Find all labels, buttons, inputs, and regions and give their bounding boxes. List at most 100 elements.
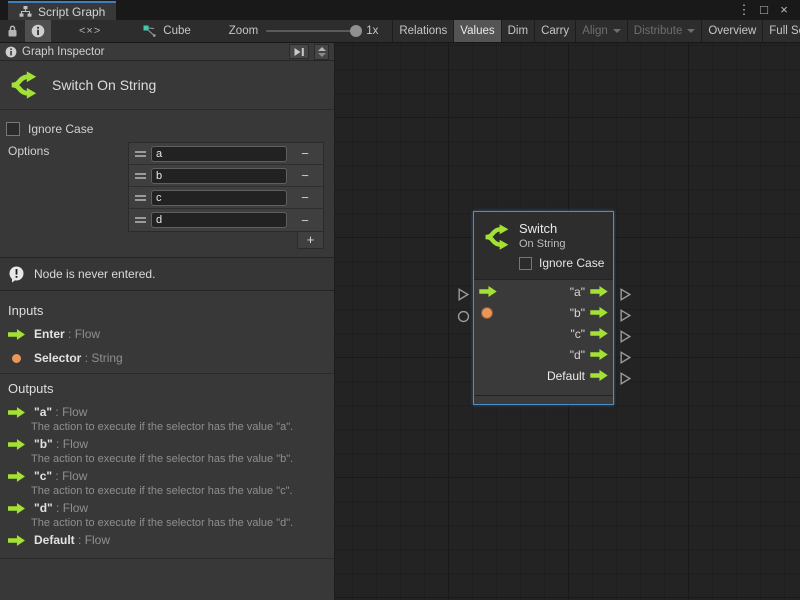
switch-on-string-node[interactable]: Switch On String Ignore Case "a" [473,211,614,405]
remove-option-button[interactable]: − [287,213,323,228]
switch-icon [483,223,511,251]
remove-option-button[interactable]: − [287,168,323,183]
tab-script-graph[interactable]: Script Graph [8,1,116,20]
options-label: Options [8,142,49,249]
zoom-slider-thumb[interactable] [350,25,362,37]
port-row: "a" [474,281,613,302]
separator: : [53,437,63,451]
missing-value-input-indicator [457,310,470,323]
drag-handle[interactable] [129,195,151,201]
input-name: Enter [34,327,65,341]
chevron-down-icon [687,29,695,33]
graph-breadcrumb-label: Cube [163,25,191,37]
separator: : [65,327,75,341]
port-row: "d" [474,344,613,365]
unconnected-output-indicator [619,351,632,364]
graph-breadcrumb[interactable]: Cube [137,20,197,42]
tab-label: Script Graph [38,5,105,19]
remove-option-button[interactable]: − [287,190,323,205]
option-row: − [129,143,323,165]
output-entry: "d" : Flow [8,500,334,516]
output-entry: "a" : Flow [8,404,334,420]
remove-option-button[interactable]: − [287,146,323,161]
lock-icon [6,24,19,38]
output-desc: The action to execute if the selector ha… [31,421,334,433]
output-name: Default [34,533,75,547]
warning-bubble-icon [8,266,25,283]
distribute-dropdown[interactable]: Distribute [627,20,702,42]
input-type: String [91,351,122,365]
dim-button[interactable]: Dim [501,20,534,42]
drag-handle[interactable] [129,173,151,179]
output-flow-port[interactable] [590,349,608,360]
drag-handle[interactable] [129,151,151,157]
unconnected-output-indicator [619,288,632,301]
output-type: Flow [62,405,87,419]
fullscreen-button[interactable]: Full Screen [762,20,800,42]
graph-canvas[interactable]: Switch On String Ignore Case "a" [335,43,800,600]
align-dropdown[interactable]: Align [575,20,627,42]
flow-arrow-icon [8,407,25,418]
zoom-slider[interactable] [266,30,358,32]
overview-button[interactable]: Overview [701,20,762,42]
output-flow-port[interactable] [590,286,608,297]
dock-icon [293,47,305,57]
close-icon[interactable]: × [776,1,792,19]
enter-flow-port[interactable] [479,286,497,297]
output-flow-port[interactable] [590,328,608,339]
output-port-label: "b" [570,306,590,320]
unconnected-output-indicator [619,372,632,385]
separator: : [53,501,63,515]
carry-button[interactable]: Carry [534,20,575,42]
menu-icon[interactable]: ⋮ [736,1,752,19]
selector-string-port[interactable] [482,308,492,318]
separator: : [75,533,85,547]
graph-window-toolbar: <×> Cube Zoom 1x Relations Values Dim Ca… [0,20,800,43]
output-name: "d" [34,501,53,515]
lock-button[interactable] [0,20,25,42]
maximize-icon[interactable]: □ [756,1,772,19]
node-ignore-case-label: Ignore Case [539,256,604,270]
separator: : [52,469,62,483]
code-cross-icon: <×> [79,25,101,37]
drag-handle[interactable] [129,217,151,223]
output-desc: The action to execute if the selector ha… [31,453,334,465]
port-row: "b" [474,302,613,323]
flow-arrow-icon [8,439,25,450]
spinner-control[interactable] [314,44,329,60]
dock-button[interactable] [289,44,309,59]
graph-toolbar-buttons: Relations Values Dim Carry Align Distrib… [392,20,800,42]
output-name: "b" [34,437,53,451]
separator: : [52,405,62,419]
option-input[interactable] [151,212,287,228]
node-title: Switch [519,221,557,236]
node-ignore-case-checkbox[interactable] [519,257,532,270]
output-flow-port[interactable] [590,307,608,318]
values-button[interactable]: Values [453,20,500,42]
option-input[interactable] [151,146,287,162]
window-controls: ⋮ □ × [736,0,800,20]
output-port-label: Default [547,369,590,383]
distribute-label: Distribute [634,25,683,37]
graph-icon [19,6,32,17]
option-input[interactable] [151,168,287,184]
add-option-button[interactable]: + [297,232,324,249]
inspector-toggle-button[interactable] [25,20,51,42]
node-footer [474,395,613,404]
options-list: − − − − [128,142,324,249]
output-port-label: "d" [570,348,590,362]
unconnected-output-indicator [619,330,632,343]
section-divider [0,373,334,374]
switch-icon [9,69,39,101]
option-row: − [129,165,323,187]
relations-button[interactable]: Relations [392,20,453,42]
output-entry-default: Default : Flow [8,532,334,548]
option-input[interactable] [151,190,287,206]
code-view-button[interactable]: <×> [73,20,107,42]
graph-inspector-header: Graph Inspector [0,43,334,61]
title-bar: Script Graph ⋮ □ × [0,0,800,20]
inputs-heading: Inputs [8,303,334,318]
ignore-case-checkbox[interactable] [6,122,20,136]
output-flow-port[interactable] [590,370,608,381]
output-entry: "c" : Flow [8,468,334,484]
